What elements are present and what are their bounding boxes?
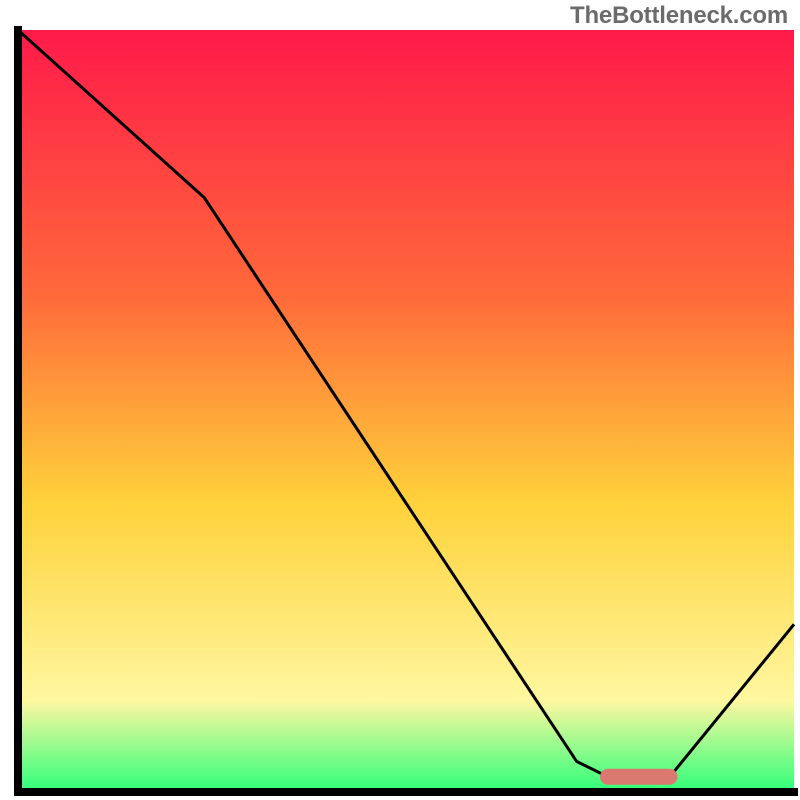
bottleneck-chart [0, 0, 800, 800]
optimal-marker [600, 769, 678, 785]
plot-background [18, 30, 794, 792]
chart-container: TheBottleneck.com [0, 0, 800, 800]
